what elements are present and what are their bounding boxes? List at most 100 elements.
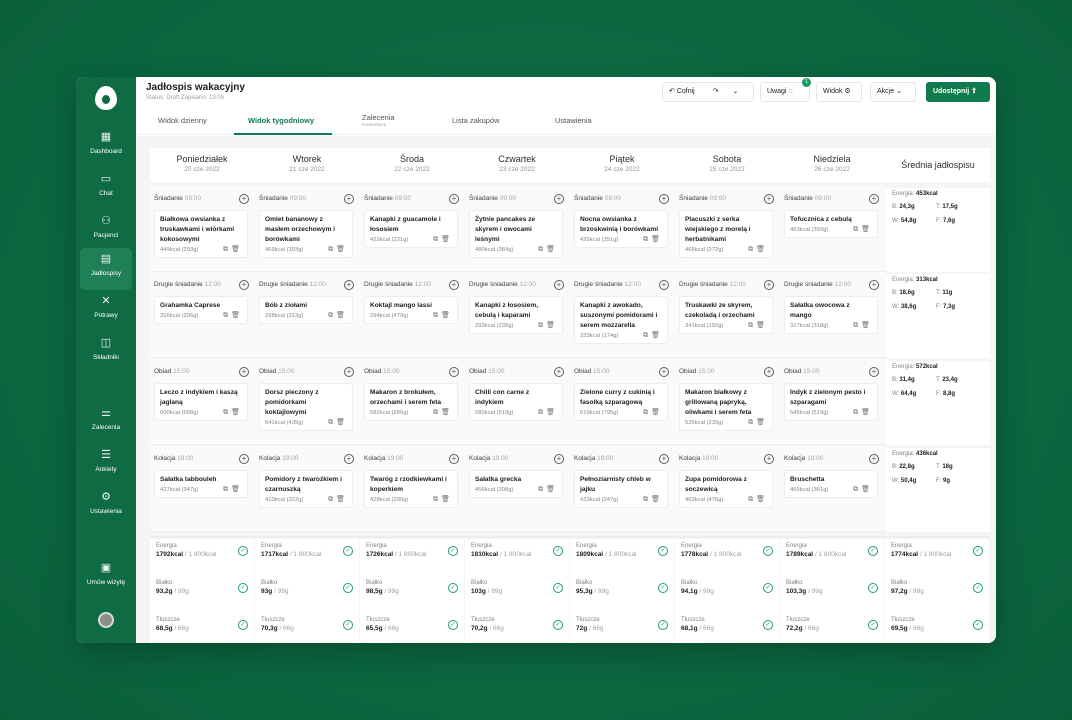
copy-icon[interactable]: ⧉ [748, 322, 756, 329]
undo-button[interactable]: Cofnij [677, 88, 695, 95]
copy-icon[interactable]: ⧉ [223, 312, 231, 319]
avatar[interactable] [98, 612, 114, 628]
trash-icon[interactable]: 🗑 [861, 409, 873, 416]
add-meal-icon[interactable]: + [764, 367, 774, 377]
copy-icon[interactable]: ⧉ [643, 332, 651, 339]
add-meal-icon[interactable]: + [659, 194, 669, 204]
meal-card[interactable]: Pomidory z twarożkiem i czarnuszką 410kca… [259, 470, 353, 508]
add-meal-icon[interactable]: + [239, 367, 249, 377]
trash-icon[interactable]: 🗑 [861, 486, 873, 493]
add-meal-icon[interactable]: + [764, 280, 774, 290]
add-meal-icon[interactable]: + [659, 454, 669, 464]
trash-icon[interactable]: 🗑 [651, 332, 663, 339]
add-meal-icon[interactable]: + [344, 280, 354, 290]
copy-icon[interactable]: ⧉ [433, 409, 441, 416]
meal-card[interactable]: Pełnoziarnisty chleb w jajku 433kcal (247… [574, 470, 668, 508]
share-button[interactable]: Udostępnij ⇪ [926, 82, 990, 102]
trash-icon[interactable]: 🗑 [861, 322, 873, 329]
add-meal-icon[interactable]: + [869, 454, 879, 464]
redo-icon[interactable]: ↷ [713, 88, 719, 95]
copy-icon[interactable]: ⧉ [853, 409, 861, 416]
trash-icon[interactable]: 🗑 [756, 322, 768, 329]
copy-icon[interactable]: ⧉ [223, 486, 231, 493]
meal-card[interactable]: Twaróg z rzodkiewkami i koperkiem 428kcal… [364, 470, 458, 508]
copy-icon[interactable]: ⧉ [538, 409, 546, 416]
add-meal-icon[interactable]: + [449, 194, 459, 204]
meal-card[interactable]: Grahamka Caprese 316kcal (206g) ⧉🗑 [154, 296, 248, 324]
add-meal-icon[interactable]: + [344, 367, 354, 377]
copy-icon[interactable]: ⧉ [538, 246, 546, 253]
sidebar-item-5[interactable]: ◫ Składniki [80, 332, 132, 374]
copy-icon[interactable]: ⧉ [223, 409, 231, 416]
tab-daily[interactable]: Widok dzienny [158, 116, 207, 125]
copy-icon[interactable]: ⧉ [223, 246, 231, 253]
copy-icon[interactable]: ⧉ [433, 312, 441, 319]
add-meal-icon[interactable]: + [764, 454, 774, 464]
meal-card[interactable]: Bób z ziołami 298kcal (313g) ⧉🗑 [259, 296, 353, 324]
meal-card[interactable]: Chilli con carne z indykiem 580kcal (519g… [469, 383, 563, 421]
trash-icon[interactable]: 🗑 [231, 409, 243, 416]
add-meal-icon[interactable]: + [554, 367, 564, 377]
copy-icon[interactable]: ⧉ [328, 246, 336, 253]
trash-icon[interactable]: 🗑 [546, 409, 558, 416]
copy-icon[interactable]: ⧉ [748, 419, 756, 426]
sidebar-item-2[interactable]: ⚇ Pacjenci [80, 210, 132, 252]
meal-card[interactable]: Nocna owsianka z brzoskwinią i borówkami… [574, 210, 668, 248]
trash-icon[interactable]: 🗑 [441, 409, 453, 416]
trash-icon[interactable]: 🗑 [231, 246, 243, 253]
meal-card[interactable]: Kanapki z guacamole i łososiem 422kcal (2… [364, 210, 458, 248]
tab-shopping-list[interactable]: Lista zakupów [452, 116, 500, 125]
copy-icon[interactable]: ⧉ [643, 236, 651, 243]
meal-card[interactable]: Truskawki ze skyrem, czekoladą i orzecha… [679, 296, 773, 334]
trash-icon[interactable]: 🗑 [651, 409, 663, 416]
sidebar-item-8[interactable]: ⚙ Ustawienia [80, 486, 132, 528]
add-meal-icon[interactable]: + [554, 194, 564, 204]
sidebar-item-1[interactable]: ▭ Chat [80, 168, 132, 210]
trash-icon[interactable]: 🗑 [441, 312, 453, 319]
copy-icon[interactable]: ⧉ [433, 496, 441, 503]
meal-card[interactable]: Omlet bananowy z masłem orzechowym i bor… [259, 210, 353, 258]
copy-icon[interactable]: ⧉ [328, 419, 336, 426]
add-meal-icon[interactable]: + [659, 280, 669, 290]
add-meal-icon[interactable]: + [659, 367, 669, 377]
copy-icon[interactable]: ⧉ [328, 496, 336, 503]
copy-icon[interactable]: ⧉ [328, 312, 336, 319]
trash-icon[interactable]: 🗑 [231, 486, 243, 493]
meal-card[interactable]: Placuszki z serka wiejskiego z morelą i … [679, 210, 773, 258]
sidebar-item-0[interactable]: ▦ Dashboard [80, 126, 132, 168]
trash-icon[interactable]: 🗑 [546, 322, 558, 329]
copy-icon[interactable]: ⧉ [538, 486, 546, 493]
trash-icon[interactable]: 🗑 [441, 496, 453, 503]
copy-icon[interactable]: ⧉ [538, 322, 546, 329]
trash-icon[interactable]: 🗑 [756, 496, 768, 503]
add-meal-icon[interactable]: + [239, 454, 249, 464]
tab-weekly[interactable]: Widok tygodniowy [248, 116, 314, 125]
trash-icon[interactable]: 🗑 [441, 236, 453, 243]
meal-card[interactable]: Koktajl mango lassi 294kcal (479g) ⧉🗑 [364, 296, 458, 324]
tab-recommendations[interactable]: Zalecenia [362, 113, 395, 122]
copy-icon[interactable]: ⧉ [853, 486, 861, 493]
add-meal-icon[interactable]: + [344, 194, 354, 204]
sidebar-item-9[interactable]: ▣ Umów wizytę [80, 557, 132, 605]
meal-card[interactable]: Zielone curry z cukinią i fasolką szpara… [574, 383, 668, 421]
trash-icon[interactable]: 🗑 [546, 486, 558, 493]
copy-icon[interactable]: ⧉ [748, 496, 756, 503]
meal-card[interactable]: Dorsz pieczony z pomidorkami koktajlowym… [259, 383, 353, 431]
trash-icon[interactable]: 🗑 [651, 496, 663, 503]
meal-card[interactable]: Zupa pomidorowa z soczewicą 463kcal (476g… [679, 470, 773, 508]
actions-button[interactable]: Akcje ⌄ [870, 82, 916, 102]
meal-card[interactable]: Sałatka tabbouleh 427kcal (347g) ⧉🗑 [154, 470, 248, 498]
sidebar-item-3[interactable]: ▤ Jadłospisy [80, 248, 132, 290]
meal-card[interactable]: Kanapki z łososiem, cebulą i kaparami 293… [469, 296, 563, 334]
meal-card[interactable]: Żytnie pancakes ze skyrem i owocami leśn… [469, 210, 563, 258]
copy-icon[interactable]: ⧉ [643, 409, 651, 416]
trash-icon[interactable]: 🗑 [336, 246, 348, 253]
sidebar-item-6[interactable]: ⚌ Zalecenia [80, 402, 132, 444]
meal-card[interactable]: Sałatka owocowa z mango 317kcal (318g) ⧉🗑 [784, 296, 878, 334]
copy-icon[interactable]: ⧉ [433, 236, 441, 243]
add-meal-icon[interactable]: + [764, 194, 774, 204]
add-meal-icon[interactable]: + [449, 454, 459, 464]
copy-icon[interactable]: ⧉ [853, 226, 861, 233]
add-meal-icon[interactable]: + [344, 454, 354, 464]
add-meal-icon[interactable]: + [869, 194, 879, 204]
